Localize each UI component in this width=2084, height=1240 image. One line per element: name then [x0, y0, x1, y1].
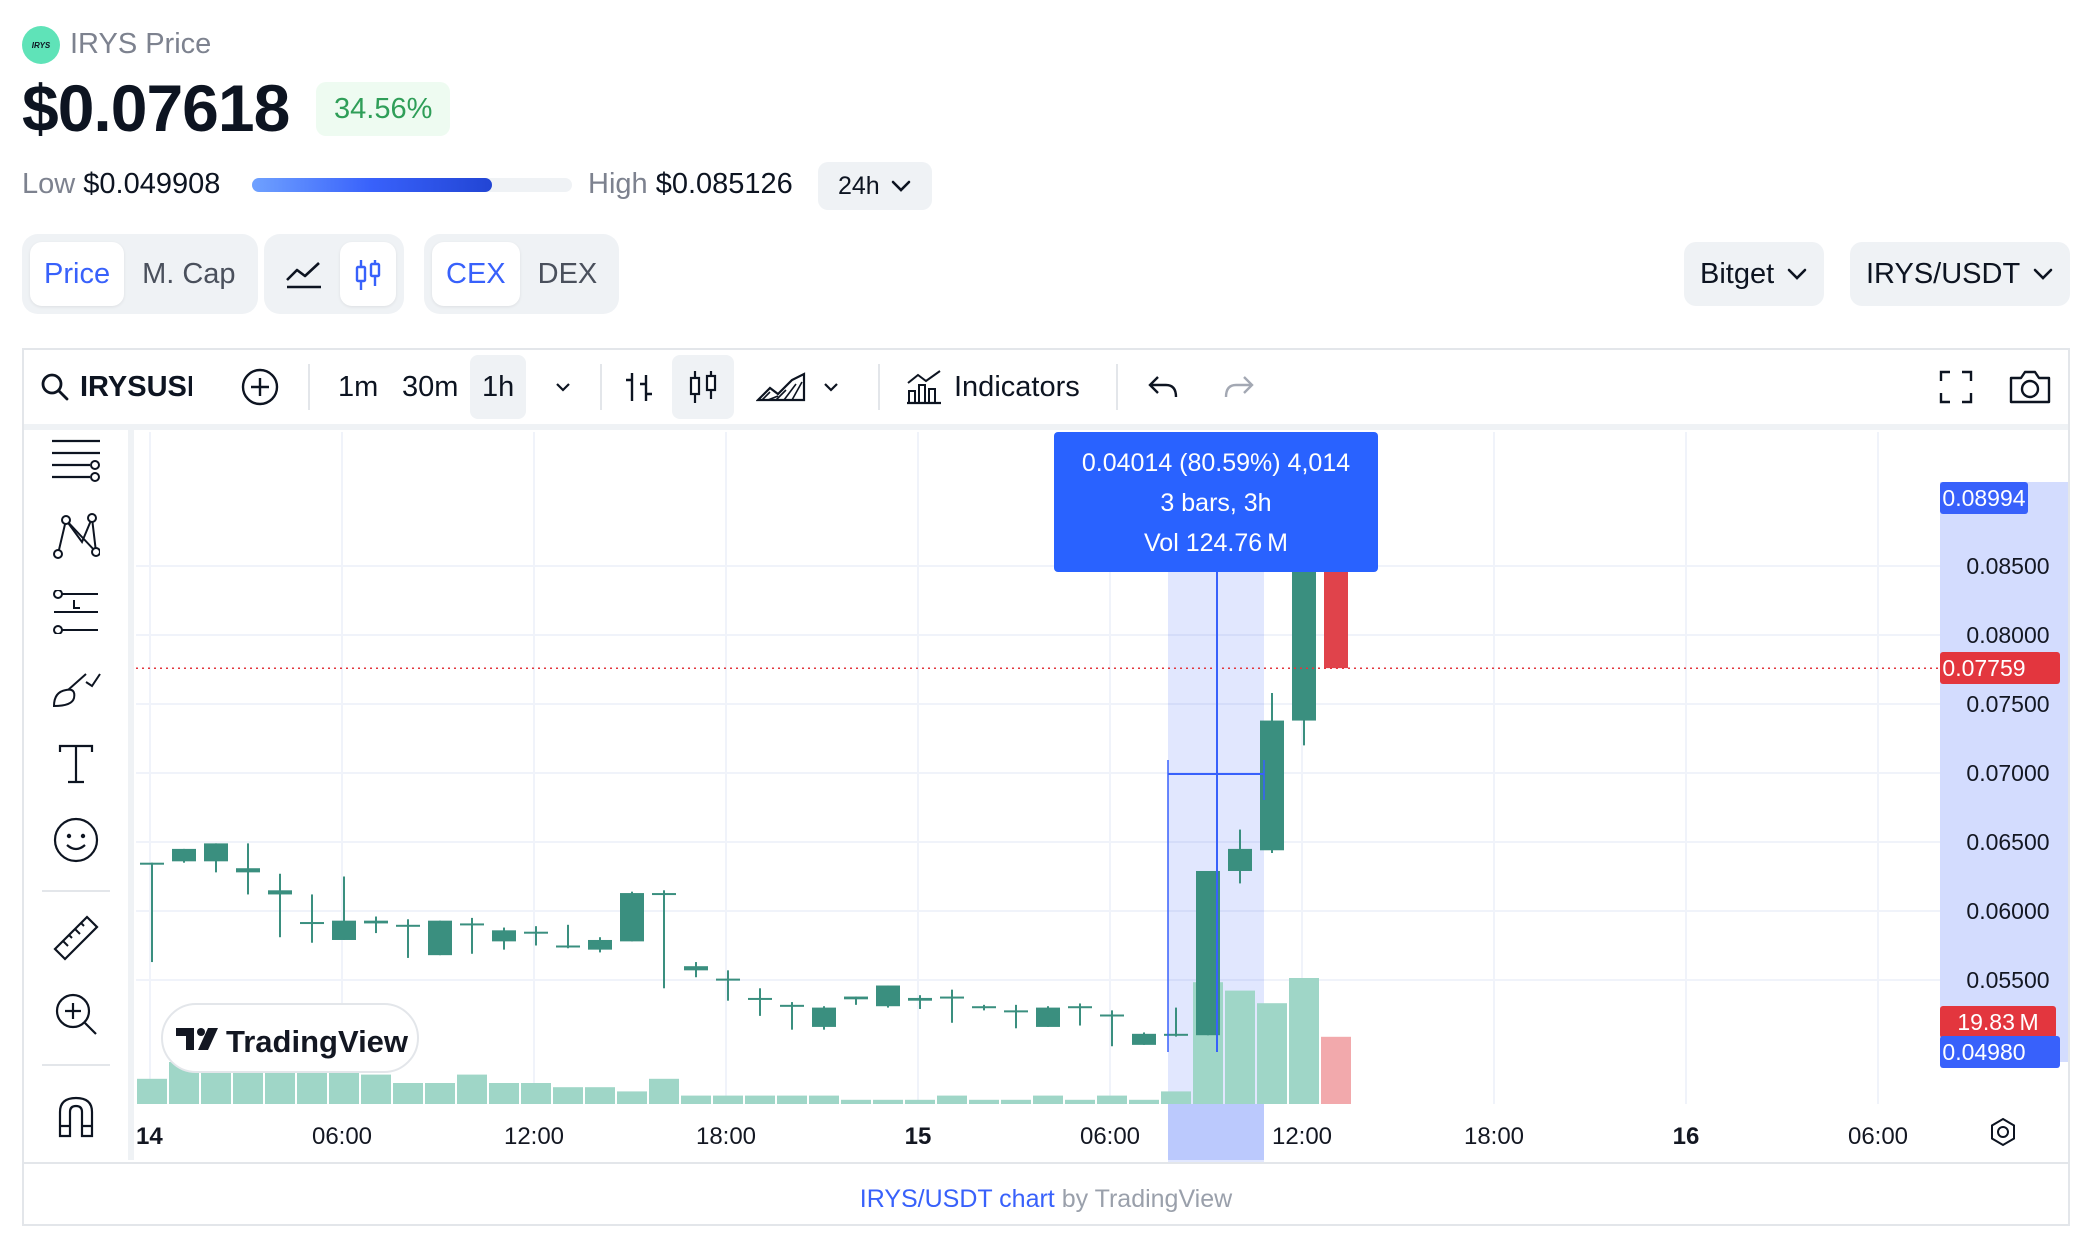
market-toggle: CEX DEX	[424, 234, 620, 314]
search-icon	[41, 373, 69, 401]
magnet-icon	[58, 1096, 94, 1138]
coin-title: IRYS Price	[70, 28, 212, 60]
indicators-button[interactable]: Indicators	[904, 355, 1080, 419]
candlestick-icon	[355, 260, 381, 290]
magnet-tool[interactable]	[50, 1090, 102, 1142]
candlestick-button[interactable]	[340, 242, 396, 306]
brush-tool[interactable]	[50, 662, 102, 714]
redo-icon	[1224, 376, 1254, 398]
pair-select[interactable]: IRYS/USDT	[1850, 242, 2071, 306]
redo-button[interactable]	[1222, 355, 1256, 419]
logo-text: IRYS	[31, 40, 51, 50]
chevron-down-icon	[2033, 268, 2053, 280]
camera-icon	[2009, 370, 2051, 404]
period-select[interactable]: 24h	[818, 162, 932, 210]
cex-tab[interactable]: CEX	[432, 242, 520, 306]
ruler-icon	[53, 915, 99, 961]
compare-button[interactable]	[240, 355, 280, 419]
area-chart-button[interactable]	[756, 355, 806, 419]
price-tab[interactable]: Price	[30, 242, 125, 306]
chart-type-dropdown[interactable]	[822, 355, 840, 419]
toolbar-divider	[1116, 364, 1118, 410]
high-price: High $0.085126	[588, 168, 793, 201]
low-price: Low $0.049908	[22, 168, 220, 201]
period-value: 24h	[838, 172, 880, 200]
exchange-value: Bitget	[1700, 258, 1775, 290]
market-cap-tab[interactable]: M. Cap	[128, 242, 249, 306]
text-tool[interactable]	[50, 738, 102, 790]
undo-button[interactable]	[1146, 355, 1180, 419]
toolbar-divider	[878, 364, 880, 410]
dex-tab[interactable]: DEX	[524, 242, 612, 306]
coin-logo: IRYS	[22, 26, 60, 64]
pair-value: IRYS/USDT	[1866, 258, 2021, 290]
emoji-tool[interactable]	[50, 814, 102, 866]
candles-button[interactable]	[672, 355, 734, 419]
brush-icon	[52, 673, 101, 708]
indicators-label: Indicators	[954, 370, 1080, 403]
snapshot-button[interactable]	[2008, 355, 2052, 419]
indicators-icon	[907, 370, 941, 405]
line-chart-button[interactable]	[272, 242, 336, 306]
candles-icon	[689, 371, 717, 403]
area-chart-icon	[756, 372, 806, 402]
chevron-down-icon	[891, 180, 911, 192]
chart-widget	[22, 348, 2070, 1226]
fullscreen-icon	[1939, 370, 1973, 404]
symbol-search[interactable]: IRYSUSDT	[40, 355, 192, 419]
drawing-toolbar	[24, 430, 134, 1160]
high-label: High	[588, 168, 648, 200]
undo-icon	[1148, 376, 1178, 398]
fullscreen-button[interactable]	[1938, 355, 1974, 419]
chart-attribution-link[interactable]: IRYS/USDT chart	[860, 1185, 1055, 1213]
metric-toggle: Price M. Cap	[22, 234, 258, 314]
bar-chart-button[interactable]	[622, 355, 656, 419]
toolbar-divider	[600, 364, 602, 410]
bars-icon	[626, 373, 652, 401]
fib-tool[interactable]	[50, 586, 102, 638]
price-range-fill	[252, 178, 492, 192]
ruler-tool[interactable]	[50, 912, 102, 964]
low-label: Low	[22, 168, 76, 200]
chevron-down-icon	[1787, 268, 1807, 280]
chart-attribution-by: by TradingView	[1061, 1185, 1233, 1213]
line-chart-icon	[286, 262, 321, 289]
exchange-select[interactable]: Bitget	[1684, 242, 1825, 306]
interval-dropdown[interactable]	[554, 355, 572, 419]
interval-30m[interactable]: 30m	[394, 355, 466, 419]
text-icon	[58, 744, 94, 784]
emoji-icon	[53, 817, 99, 863]
chevron-down-icon	[824, 383, 838, 392]
low-value: $0.049908	[83, 168, 221, 200]
add-circle-icon	[241, 368, 279, 406]
price-change-badge: 34.56%	[316, 82, 451, 136]
chart-toolbar: IRYSUSDT 1m 30m 1h Indicators	[24, 350, 2068, 430]
current-price: $0.07618	[22, 71, 290, 145]
high-value: $0.085126	[655, 168, 793, 200]
zoom-in-icon	[55, 993, 97, 1035]
tool-divider	[42, 890, 110, 892]
lines-icon	[52, 439, 100, 482]
pattern-icon	[53, 513, 100, 559]
chevron-down-icon	[556, 383, 570, 392]
toolbar-divider	[308, 364, 310, 410]
interval-1h[interactable]: 1h	[470, 355, 527, 419]
chart-style-toggle	[264, 234, 404, 314]
tool-divider	[42, 1064, 110, 1066]
chart-attribution: IRYS/USDT chart by TradingView	[24, 1162, 2068, 1224]
interval-1m[interactable]: 1m	[330, 355, 386, 419]
fib-icon	[53, 590, 98, 634]
zoom-tool[interactable]	[50, 988, 102, 1040]
symbol-text: IRYSUSDT	[80, 370, 192, 403]
lines-tool[interactable]	[50, 434, 102, 486]
pattern-tool[interactable]	[50, 510, 102, 562]
